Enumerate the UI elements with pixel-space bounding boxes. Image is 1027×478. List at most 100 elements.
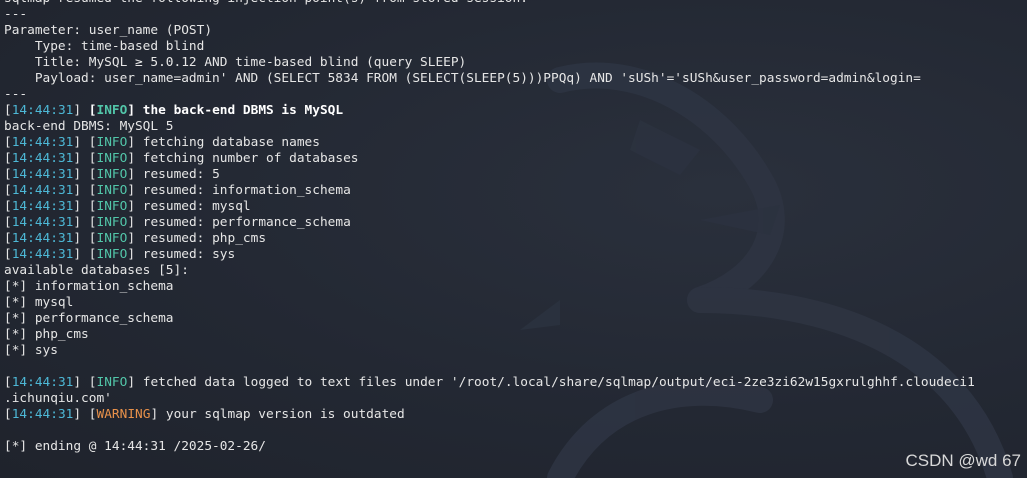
output-line: [*] php_cms [4, 327, 89, 342]
log-line: [14:44:31] [INFO] the back-end DBMS is M… [4, 103, 975, 119]
output-line: Payload: user_name=admin' AND (SELECT 58… [4, 71, 921, 86]
bracket: [ [88, 407, 97, 422]
log-line: [14:44:31] [INFO] fetched data logged to… [4, 375, 975, 391]
bracket: ] [127, 151, 143, 166]
bracket: [ [4, 167, 12, 182]
timestamp: 14:44:31 [11, 151, 74, 166]
output-line: back-end DBMS: MySQL 5 [4, 119, 174, 134]
bracket: [ [4, 375, 12, 390]
log-message: resumed: mysql [142, 199, 251, 214]
bracket: [ [88, 183, 97, 198]
bracket: [ [4, 231, 12, 246]
log-level: INFO [96, 199, 128, 214]
bracket: ] [73, 407, 89, 422]
timestamp: 14:44:31 [11, 135, 74, 150]
output-line: Type: time-based blind [4, 39, 205, 54]
bracket: ] [73, 231, 89, 246]
output-line: sqlmap resumed the following injection p… [4, 0, 975, 7]
log-message: fetching number of databases [142, 151, 359, 166]
output-line: [*] ending @ 14:44:31 /2025-02-26/ [4, 439, 266, 454]
bracket: ] [73, 151, 89, 166]
log-message: your sqlmap version is outdated [165, 407, 405, 422]
bracket: ] [73, 167, 89, 182]
log-line: [14:44:31] [WARNING] your sqlmap version… [4, 407, 975, 423]
output-line: [*] sys [4, 343, 58, 358]
output-line: [*] mysql [4, 295, 74, 310]
bracket: ] [73, 247, 89, 262]
log-message: the back-end DBMS is MySQL [142, 103, 344, 118]
log-message: fetching database names [142, 135, 320, 150]
log-line: [14:44:31] [INFO] resumed: information_s… [4, 183, 975, 199]
log-message: resumed: php_cms [142, 231, 267, 246]
bracket: ] [127, 375, 143, 390]
output-line: .ichunqiu.com' [4, 391, 112, 406]
output-line: --- [4, 7, 28, 22]
log-line: [14:44:31] [INFO] resumed: mysql [4, 199, 975, 215]
bracket: [ [4, 215, 12, 230]
log-line: [14:44:31] [INFO] fetching database name… [4, 135, 975, 151]
timestamp: 14:44:31 [11, 215, 74, 230]
bracket: [ [4, 103, 12, 118]
timestamp: 14:44:31 [11, 103, 74, 118]
log-level: INFO [96, 183, 128, 198]
bracket: [ [4, 151, 12, 166]
bracket: [ [88, 215, 97, 230]
terminal-window[interactable]: sqlmap resumed the following injection p… [0, 0, 1027, 478]
log-level: INFO [96, 215, 128, 230]
timestamp: 14:44:31 [11, 199, 74, 214]
timestamp: 14:44:31 [11, 375, 74, 390]
log-level: INFO [96, 135, 128, 150]
log-line: [14:44:31] [INFO] resumed: sys [4, 247, 975, 263]
log-line: [14:44:31] [INFO] resumed: 5 [4, 167, 975, 183]
log-level: INFO [96, 167, 128, 182]
timestamp: 14:44:31 [11, 183, 74, 198]
log-level: INFO [96, 103, 128, 118]
log-level: INFO [96, 231, 128, 246]
output-line: --- [4, 87, 28, 102]
log-level: INFO [96, 247, 128, 262]
log-message: resumed: sys [142, 247, 236, 262]
output-line: [*] information_schema [4, 279, 174, 294]
timestamp: 14:44:31 [11, 167, 74, 182]
bracket: [ [88, 103, 97, 118]
bracket: [ [88, 375, 97, 390]
bracket: ] [127, 231, 143, 246]
bracket: ] [127, 167, 143, 182]
timestamp: 14:44:31 [11, 407, 74, 422]
bracket: ] [73, 103, 89, 118]
bracket: ] [73, 183, 89, 198]
log-line: [14:44:31] [INFO] resumed: performance_s… [4, 215, 975, 231]
bracket: [ [88, 135, 97, 150]
bracket: [ [88, 231, 97, 246]
bracket: ] [73, 135, 89, 150]
log-line: [14:44:31] [INFO] resumed: php_cms [4, 231, 975, 247]
log-message: resumed: information_schema [142, 183, 351, 198]
bracket: [ [88, 247, 97, 262]
bracket: [ [4, 247, 12, 262]
csdn-watermark: CSDN @wd 67 [905, 451, 1021, 470]
timestamp: 14:44:31 [11, 231, 74, 246]
bracket: ] [127, 135, 143, 150]
bracket: ] [127, 183, 143, 198]
log-message: fetched data logged to text files under … [142, 375, 975, 390]
bracket: ] [73, 215, 89, 230]
output-line: [*] performance_schema [4, 311, 174, 326]
output-line: available databases [5]: [4, 263, 189, 278]
output-line: Title: MySQL ≥ 5.0.12 AND time-based bli… [4, 55, 467, 70]
output-line: Parameter: user_name (POST) [4, 23, 213, 38]
log-line: [14:44:31] [INFO] fetching number of dat… [4, 151, 975, 167]
log-message: resumed: 5 [142, 167, 220, 182]
bracket: [ [4, 199, 12, 214]
timestamp: 14:44:31 [11, 247, 74, 262]
log-level: INFO [96, 375, 128, 390]
bracket: [ [4, 135, 12, 150]
bracket: ] [127, 215, 143, 230]
bracket: [ [88, 167, 97, 182]
bracket: ] [127, 199, 143, 214]
bracket: [ [4, 183, 12, 198]
log-message: resumed: performance_schema [142, 215, 351, 230]
terminal-output[interactable]: sqlmap resumed the following injection p… [4, 0, 975, 455]
bracket: ] [150, 407, 166, 422]
